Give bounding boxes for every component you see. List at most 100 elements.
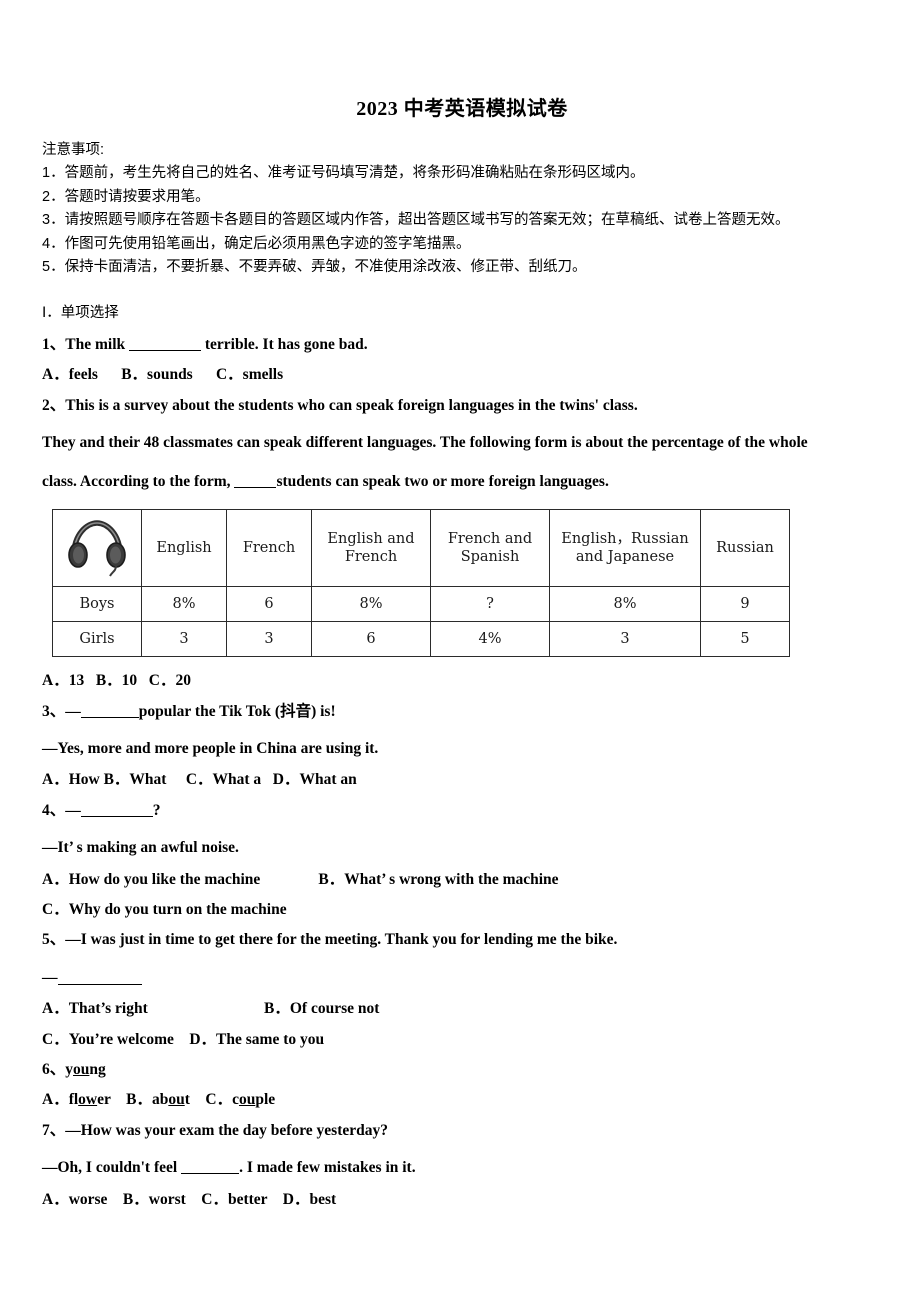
- notice-heading: 注意事项:: [42, 142, 105, 158]
- question-7-reply: —Oh, I couldn't feel . I made few mistak…: [42, 1157, 882, 1179]
- question-4-dash: —: [65, 801, 81, 819]
- survey-cell-boys-english: 8%: [141, 586, 227, 623]
- page-content: 2023 中考英语模拟试卷 注意事项: 1．答题前，考生先将自己的姓名、准考证号…: [42, 0, 882, 1210]
- question-6-option-a-underlined: ow: [78, 1091, 98, 1109]
- survey-cell-girls-french: 3: [226, 621, 312, 658]
- survey-header-english-and-french-line1: English and: [327, 531, 415, 548]
- question-3-number: 3、: [42, 702, 66, 720]
- survey-cell-boys-french: 6: [226, 586, 312, 623]
- question-6-option-b-underlined: ou: [168, 1091, 185, 1109]
- survey-cell-boys-english-and-french: 8%: [311, 586, 431, 623]
- survey-header-russian: Russian: [700, 509, 790, 588]
- notice-item-5: 5．保持卡面清洁，不要折暴、不要弄破、弄皱，不准使用涂改液、修正带、刮纸刀。: [42, 259, 587, 276]
- survey-cell-boys-english-russian-japanese: 8%: [549, 586, 701, 623]
- question-5-number: 5、: [42, 931, 66, 949]
- question-6-options[interactable]: A．flower B．about C．couple: [42, 1089, 882, 1110]
- exam-paper-page: 2023 中考英语模拟试卷 注意事项: 1．答题前，考生先将自己的姓名、准考证号…: [0, 0, 920, 1302]
- question-3-options[interactable]: A．How B．What C．What a D．What an: [42, 769, 882, 790]
- question-6-option-c-label: C．: [205, 1091, 233, 1109]
- question-6-option-c-underlined: ou: [238, 1091, 256, 1109]
- section-heading-multiple-choice: Ⅰ．单项选择: [42, 304, 119, 321]
- headphones-icon: [68, 520, 126, 577]
- question-5-stem-text: —I was just in time to get there for the…: [65, 931, 618, 949]
- notice-item-1: 1．答题前，考生先将自己的姓名、准考证号码填写清楚，将条形码准确粘贴在条形码区域…: [42, 165, 645, 182]
- question-3-stem: 3、— popular the Tik Tok (抖音) is!: [42, 701, 882, 722]
- survey-header-english-russian-japanese: English，Russian and Japanese: [549, 509, 701, 588]
- question-7-stem-text: —How was your exam the day before yester…: [65, 1121, 389, 1139]
- question-1-stem: 1、The milk terrible. It has gone bad.: [42, 334, 882, 355]
- survey-header-english: English: [141, 509, 227, 588]
- survey-cell-girls-english-and-french: 6: [311, 621, 431, 658]
- question-7-reply-part-b: . I made few mistakes in it.: [239, 1159, 416, 1177]
- question-2-stem-line-1: This is a survey about the students who …: [65, 396, 638, 414]
- notice-block: 注意事项: 1．答题前，考生先将自己的姓名、准考证号码填写清楚，将条形码准确粘贴…: [42, 139, 882, 280]
- question-4-stem: 4、—?: [42, 800, 882, 821]
- question-6-option-b-post: t: [184, 1091, 190, 1109]
- question-6-number: 6、: [42, 1060, 66, 1078]
- notice-item-2: 2．答题时请按要求用笔。: [42, 188, 210, 205]
- survey-cell-girls-english-russian-japanese: 3: [549, 621, 701, 658]
- question-6-option-a-label: A．: [42, 1091, 69, 1109]
- question-6-option-b-pre: ab: [151, 1091, 169, 1109]
- question-6-option-b-label: B．: [126, 1091, 152, 1109]
- survey-cell-girls-russian: 5: [700, 621, 790, 658]
- question-6-option-a-pre: fl: [68, 1091, 79, 1109]
- question-2-stem-line-3-part-b: students can speak two or more foreign l…: [276, 472, 609, 490]
- question-6-word-post: ng: [89, 1060, 106, 1078]
- question-6-word-underlined: ou: [73, 1060, 90, 1078]
- question-6-word-pre: y: [65, 1060, 74, 1078]
- survey-header-english-russian-japanese-line2: and Japanese: [575, 549, 675, 566]
- survey-cell-girls-french-and-spanish: 4%: [430, 621, 550, 658]
- question-7-reply-part-a: —Oh, I couldn't feel: [42, 1159, 182, 1177]
- notice-item-4: 4．作图可先使用铅笔画出，确定后必须用黑色字迹的签字笔描黑。: [42, 235, 471, 252]
- question-5-reply: —: [42, 967, 882, 989]
- survey-cell-boys-french-and-spanish: ?: [430, 586, 550, 623]
- question-2-options[interactable]: A．13 B．10 C．20: [42, 670, 882, 691]
- question-4-options-row-1[interactable]: A．How do you like the machine B．What’ s …: [42, 869, 882, 890]
- question-5-stem: 5、—I was just in time to get there for t…: [42, 929, 882, 950]
- survey-table: English French English and French French …: [52, 509, 790, 658]
- question-5-options-row-2[interactable]: C．You’re welcome D．The same to you: [42, 1029, 882, 1050]
- question-7-number: 7、: [42, 1121, 66, 1139]
- question-7-stem: 7、—How was your exam the day before yest…: [42, 1120, 882, 1141]
- question-6-option-c-post: ple: [255, 1091, 276, 1109]
- survey-table-header-row: English French English and French French …: [52, 509, 790, 588]
- notice-item-3: 3．请按照题号顺序在答题卡各题目的答题区域内作答，超出答题区域书写的答案无效；在…: [42, 212, 790, 229]
- question-2-stem: 2、This is a survey about the students wh…: [42, 395, 882, 416]
- question-1-stem-part-b: terrible. It has gone bad.: [201, 336, 368, 354]
- question-5-reply-dash: —: [42, 968, 58, 986]
- question-1-options[interactable]: A．feels B．sounds C．smells: [42, 364, 882, 385]
- survey-header-french-and-spanish-line2: Spanish: [460, 549, 520, 566]
- question-2-blank: [234, 486, 277, 488]
- question-3-reply: —Yes, more and more people in China are …: [42, 739, 379, 757]
- survey-cell-girls-english: 3: [141, 621, 227, 658]
- question-2-stem-line-3-part-a: class. According to the form,: [42, 472, 235, 490]
- question-3-dash: —: [65, 702, 81, 720]
- question-5-options-row-1[interactable]: A．That’s right B．Of course not: [42, 998, 882, 1019]
- survey-row-label-girls: Girls: [52, 621, 142, 658]
- survey-table-container: English French English and French French …: [52, 509, 882, 658]
- question-7-blank: [181, 1173, 240, 1175]
- question-6-option-c-pre: c: [232, 1091, 239, 1109]
- survey-cell-boys-russian: 9: [700, 586, 790, 623]
- survey-header-french-and-spanish-line1: French and: [447, 531, 533, 548]
- question-5-blank: [57, 983, 142, 985]
- survey-header-french: French: [226, 509, 312, 588]
- survey-row-label-boys: Boys: [52, 586, 142, 623]
- question-2-stem-line-2-wrap: They and their 48 classmates can speak d…: [42, 432, 882, 454]
- question-1-blank: [129, 350, 201, 352]
- question-1-stem-part-a: The milk: [65, 336, 129, 354]
- survey-table-head: English French English and French French …: [52, 509, 790, 588]
- question-4-options-row-2[interactable]: C．Why do you turn on the machine: [42, 899, 882, 920]
- table-row: Boys 8% 6 8% ? 8% 9: [52, 586, 790, 623]
- survey-header-english-and-french: English and French: [311, 509, 431, 588]
- question-3-stem-part-b: popular the Tik Tok (抖音) is!: [138, 702, 336, 720]
- question-6-option-a-post: er: [97, 1091, 111, 1109]
- survey-table-body: Boys 8% 6 8% ? 8% 9 Girls 3 3 6 4% 3 5: [52, 586, 790, 658]
- question-4-number: 4、: [42, 801, 66, 819]
- survey-header-english-russian-japanese-line1: English，Russian: [561, 531, 689, 548]
- question-7-options[interactable]: A．worse B．worst C．better D．best: [42, 1189, 882, 1210]
- table-row: Girls 3 3 6 4% 3 5: [52, 621, 790, 658]
- question-3-blank: [80, 716, 139, 718]
- question-6-stem: 6、young: [42, 1059, 882, 1080]
